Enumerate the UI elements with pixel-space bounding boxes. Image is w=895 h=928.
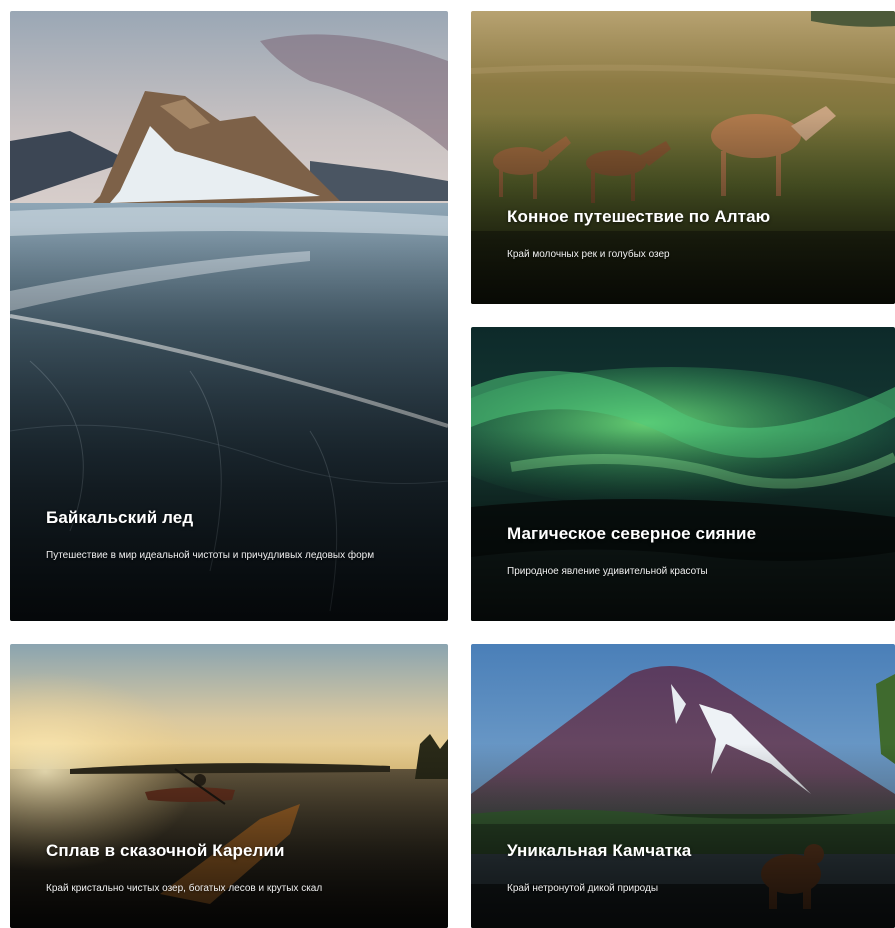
tour-card-baikal[interactable]: Байкальский лед Путешествие в мир идеаль…: [10, 11, 448, 621]
card-subtitle: Край кристально чистых озер, богатых лес…: [46, 883, 323, 894]
card-subtitle: Край молочных рек и голубых озер: [507, 249, 670, 260]
tour-card-altai[interactable]: Конное путешествие по Алтаю Край молочны…: [471, 11, 895, 304]
card-title: Уникальная Камчатка: [507, 841, 692, 860]
card-caption: Конное путешествие по Алтаю Край молочны…: [507, 207, 865, 263]
card-caption: Байкальский лед Путешествие в мир идеаль…: [46, 508, 418, 564]
tour-card-karelia[interactable]: Сплав в сказочной Карелии Край кристальн…: [10, 644, 448, 928]
card-subtitle: Путешествие в мир идеальной чистоты и пр…: [46, 550, 375, 561]
card-title: Сплав в сказочной Карелии: [46, 841, 285, 860]
card-title: Байкальский лед: [46, 508, 194, 527]
tour-card-aurora[interactable]: Магическое северное сияние Природное явл…: [471, 327, 895, 621]
card-caption: Сплав в сказочной Карелии Край кристальн…: [46, 841, 418, 897]
card-caption: Магическое северное сияние Природное явл…: [507, 524, 865, 580]
card-subtitle: Край нетронутой дикой природы: [507, 883, 659, 894]
card-title: Конное путешествие по Алтаю: [507, 207, 771, 226]
card-subtitle: Природное явление удивительной красоты: [507, 566, 708, 577]
tour-card-kamchatka[interactable]: Уникальная Камчатка Край нетронутой дико…: [471, 644, 895, 928]
card-caption: Уникальная Камчатка Край нетронутой дико…: [507, 841, 865, 897]
card-title: Магическое северное сияние: [507, 524, 757, 543]
